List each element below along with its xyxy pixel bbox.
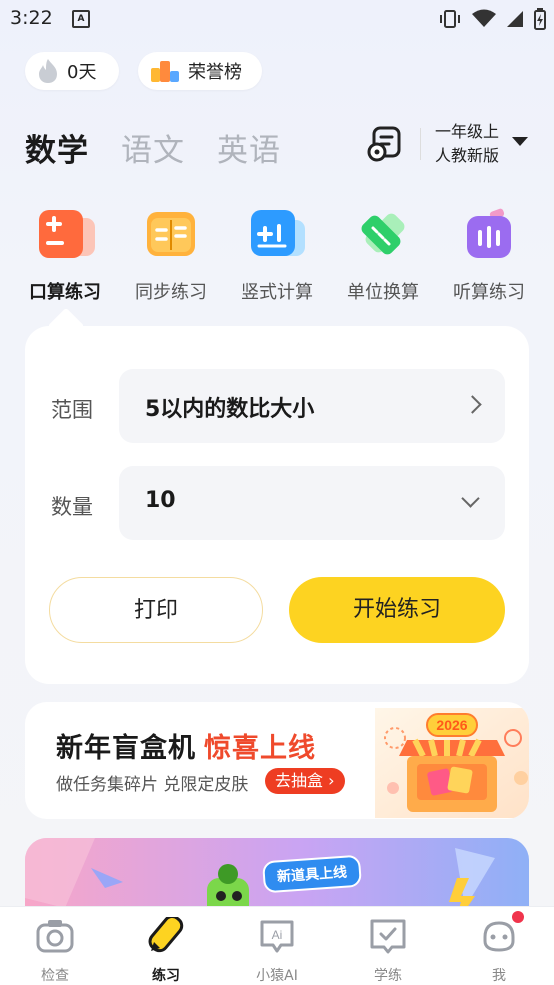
status-time: 3:22 [10,7,53,29]
practice-type-list: 口算练习 同步练习 竖式计算 单位换算 听算练习 [12,206,542,304]
svg-text:Ai: Ai [272,928,283,942]
notification-badge [512,911,524,923]
nav-label: 小猿AI [256,968,298,984]
practice-type-label: 竖式计算 [241,282,313,303]
tab-chinese[interactable]: 语文 [121,125,185,170]
nav-me[interactable]: 我 [459,917,539,985]
year-badge: 2026 [436,717,467,733]
nav-label: 我 [492,968,506,984]
print-button[interactable]: 打印 [49,577,263,643]
streak-days: 0天 [67,62,97,83]
practice-settings-card: 范围 5以内的数比大小 数量 10 打印 开始练习 [25,326,529,684]
range-label: 范围 [51,398,93,422]
subject-tabs: 数学 语文 英语 [25,125,281,170]
banner-title-main: 新年盲盒机 [56,733,196,764]
audio-icon [467,208,511,258]
practice-type-label: 单位换算 [347,282,419,303]
nav-label: 学练 [374,968,402,984]
divider [420,128,421,160]
nav-label: 检查 [41,968,69,984]
practice-type-vertical-calc[interactable]: 竖式计算 [224,206,330,304]
practice-type-sync[interactable]: 同步练习 [118,206,224,304]
practice-type-oral-calc[interactable]: 口算练习 [12,206,118,304]
pencil-icon [148,915,184,953]
streak-chip[interactable]: 0天 [25,52,119,90]
nav-study[interactable]: 学练 [348,917,428,985]
draw-box-button[interactable]: 去抽盒 › [265,768,345,794]
practice-type-unit-conversion[interactable]: 单位换算 [330,206,436,304]
check-book-icon [370,919,406,954]
battery-icon [534,8,546,30]
podium-icon [151,61,179,82]
print-icon[interactable] [367,125,403,163]
practice-type-label: 同步练习 [135,282,207,303]
grade-level: 一年级上 [435,122,500,141]
book-icon [147,212,195,256]
status-bar: 3:22 A [0,0,554,38]
vibrate-icon [440,10,460,28]
calculator-icon [39,210,95,258]
chevron-down-icon [461,489,480,508]
range-value: 5以内的数比大小 [145,397,315,422]
count-label: 数量 [51,495,93,519]
count-selector[interactable]: 10 [119,466,505,540]
promo-banner[interactable]: 新年盲盒机 惊喜上线 做任务集碎片 兑限定皮肤 去抽盒 › 2026 [25,702,529,819]
chevron-right-icon [463,395,482,414]
notification-icon: A [72,10,90,28]
dropdown-arrow-icon[interactable] [512,137,528,146]
vertical-calc-icon [251,210,305,256]
status-icons [438,8,546,30]
banner-title-highlight: 惊喜上线 [204,733,316,764]
banner-title: 新年盲盒机 惊喜上线 [56,726,316,765]
nav-ai[interactable]: Ai 小猿AI [237,917,317,985]
practice-type-label: 听算练习 [453,282,525,303]
nav-check[interactable]: 检查 [15,917,95,985]
bottom-navigation: 检查 练习 Ai 小猿AI 学练 我 [0,906,554,985]
profile-icon [483,921,515,952]
nav-practice[interactable]: 练习 [126,915,206,985]
honor-board-chip[interactable]: 荣誉榜 [138,52,262,90]
textbook-edition: 人教新版 [435,146,500,165]
signal-icon [507,11,523,27]
practice-type-listening-calc[interactable]: 听算练习 [436,206,542,304]
honor-board-label: 荣誉榜 [188,62,242,83]
practice-type-label: 口算练习 [29,282,101,303]
camera-icon [36,920,74,953]
nav-label: 练习 [152,968,180,984]
wifi-icon [472,9,496,27]
ai-icon: Ai [260,920,294,953]
blind-box-machine-illustration: 2026 [375,708,529,818]
new-item-tag: 新道具上线 [262,854,362,894]
tab-english[interactable]: 英语 [217,125,281,170]
start-practice-button[interactable]: 开始练习 [289,577,505,643]
grade-selector[interactable]: 一年级上 人教新版 [435,120,499,168]
count-value: 10 [145,488,176,513]
flame-icon [39,59,57,83]
ruler-icon [361,213,405,255]
tab-math[interactable]: 数学 [25,125,89,170]
range-selector[interactable]: 5以内的数比大小 [119,369,505,443]
banner-subtitle: 做任务集碎片 兑限定皮肤 [56,775,249,795]
